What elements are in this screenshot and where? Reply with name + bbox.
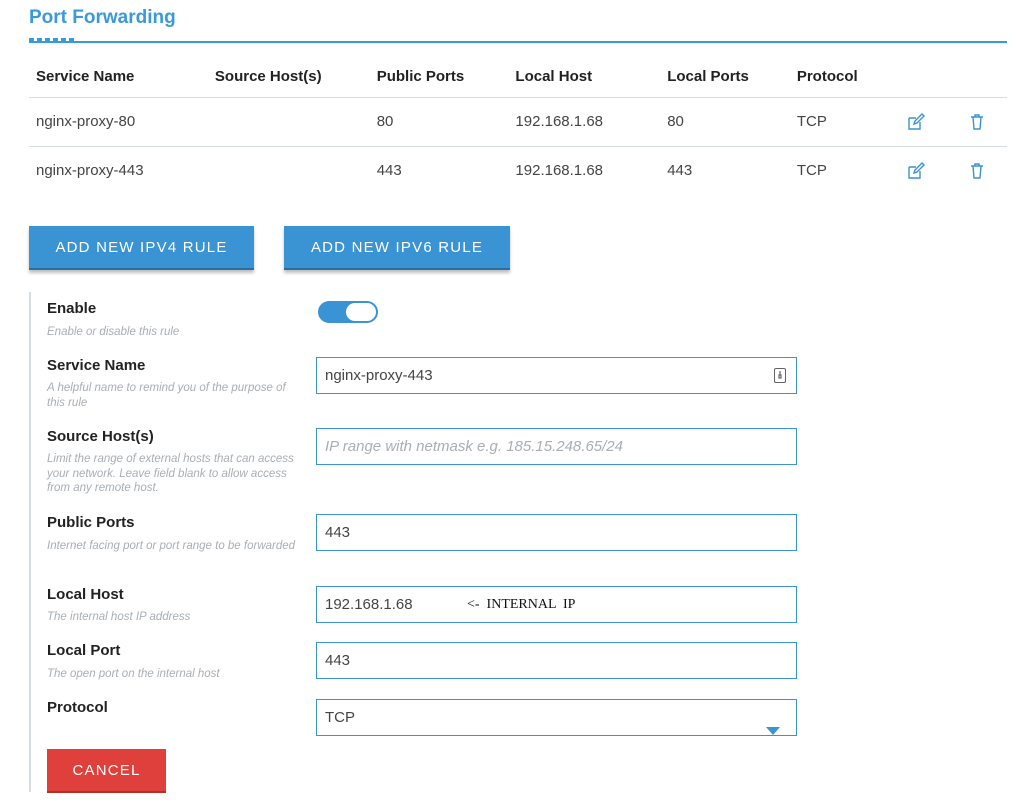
trash-icon[interactable] bbox=[968, 113, 986, 131]
cell-protocol: TCP bbox=[789, 97, 887, 147]
table-header-row: Service Name Source Host(s) Public Ports… bbox=[29, 57, 1007, 98]
port-forwarding-table: Service Name Source Host(s) Public Ports… bbox=[29, 57, 1007, 195]
local-port-value: 443 bbox=[325, 652, 351, 669]
cell-service-name: nginx-proxy-80 bbox=[29, 97, 208, 147]
autofill-key-icon bbox=[774, 368, 786, 383]
cell-source-hosts bbox=[208, 146, 370, 195]
enable-toggle[interactable] bbox=[318, 301, 378, 323]
protocol-label: Protocol bbox=[47, 699, 108, 716]
column-header: Public Ports bbox=[369, 57, 509, 98]
local-host-label: Local Host bbox=[47, 586, 124, 603]
cell-public-ports: 80 bbox=[369, 97, 509, 147]
public-ports-label: Public Ports bbox=[47, 514, 135, 531]
enable-label: Enable bbox=[47, 300, 97, 317]
source-hosts-input[interactable]: IP range with netmask e.g. 185.15.248.65… bbox=[316, 428, 797, 465]
cell-local-ports: 80 bbox=[660, 97, 790, 147]
local-host-input[interactable]: 192.168.1.68 <- INTERNAL IP bbox=[316, 586, 797, 623]
internal-ip-annotation: <- INTERNAL IP bbox=[467, 597, 576, 612]
protocol-select[interactable]: TCP bbox=[316, 699, 797, 736]
cell-local-host: 192.168.1.68 bbox=[515, 162, 604, 180]
trash-icon[interactable] bbox=[968, 162, 986, 180]
source-hosts-help: Limit the range of external hosts that c… bbox=[47, 453, 294, 494]
protocol-value: TCP bbox=[325, 709, 355, 726]
table-row: nginx-proxy-443 443 192.168.1.68 443 TCP bbox=[29, 146, 1007, 195]
chevron-down-icon bbox=[766, 714, 780, 749]
service-name-help: A helpful name to remind you of the purp… bbox=[47, 382, 286, 409]
column-header: Source Host(s) bbox=[207, 57, 370, 98]
column-header: Service Name bbox=[29, 57, 208, 98]
add-ipv4-rule-button[interactable]: ADD NEW IPV4 RULE bbox=[29, 226, 254, 270]
source-hosts-placeholder: IP range with netmask e.g. 185.15.248.65… bbox=[325, 438, 623, 455]
local-port-help: The open port on the internal host bbox=[47, 668, 220, 680]
table-row: nginx-proxy-80 80 192.168.1.68 80 TCP bbox=[29, 97, 1007, 147]
edit-icon[interactable] bbox=[907, 161, 926, 180]
public-ports-input[interactable]: 443 bbox=[316, 514, 797, 551]
enable-help: Enable or disable this rule bbox=[47, 326, 180, 338]
service-name-input[interactable]: nginx-proxy-443 bbox=[316, 357, 797, 394]
title-underline bbox=[29, 41, 1007, 43]
cell-source-hosts bbox=[207, 97, 370, 147]
local-port-input[interactable]: 443 bbox=[316, 642, 797, 679]
local-host-help: The internal host IP address bbox=[47, 611, 191, 623]
cell-local-host: 192.168.1.68 bbox=[508, 97, 661, 147]
public-ports-value: 443 bbox=[325, 524, 351, 541]
cell-service-name: nginx-proxy-443 bbox=[36, 162, 144, 180]
toggle-knob bbox=[346, 303, 376, 321]
column-header: Protocol bbox=[789, 57, 887, 98]
source-hosts-label: Source Host(s) bbox=[47, 428, 154, 445]
edit-icon[interactable] bbox=[907, 112, 926, 131]
form-left-border bbox=[29, 292, 31, 792]
cell-protocol: TCP bbox=[796, 162, 827, 180]
page-title: Port Forwarding bbox=[29, 7, 176, 28]
add-ipv6-rule-button[interactable]: ADD NEW IPV6 RULE bbox=[284, 226, 510, 270]
local-host-value: 192.168.1.68 bbox=[325, 596, 413, 613]
cell-local-ports: 443 bbox=[667, 162, 693, 180]
service-name-value: nginx-proxy-443 bbox=[325, 367, 433, 384]
public-ports-help: Internet facing port or port range to be… bbox=[47, 540, 296, 552]
local-port-label: Local Port bbox=[47, 642, 121, 659]
cancel-button[interactable]: CANCEL bbox=[47, 749, 166, 793]
cell-public-ports: 443 bbox=[376, 162, 402, 180]
service-name-label: Service Name bbox=[47, 357, 146, 374]
column-header: Local Ports bbox=[660, 57, 790, 98]
column-header: Local Host bbox=[508, 57, 661, 98]
